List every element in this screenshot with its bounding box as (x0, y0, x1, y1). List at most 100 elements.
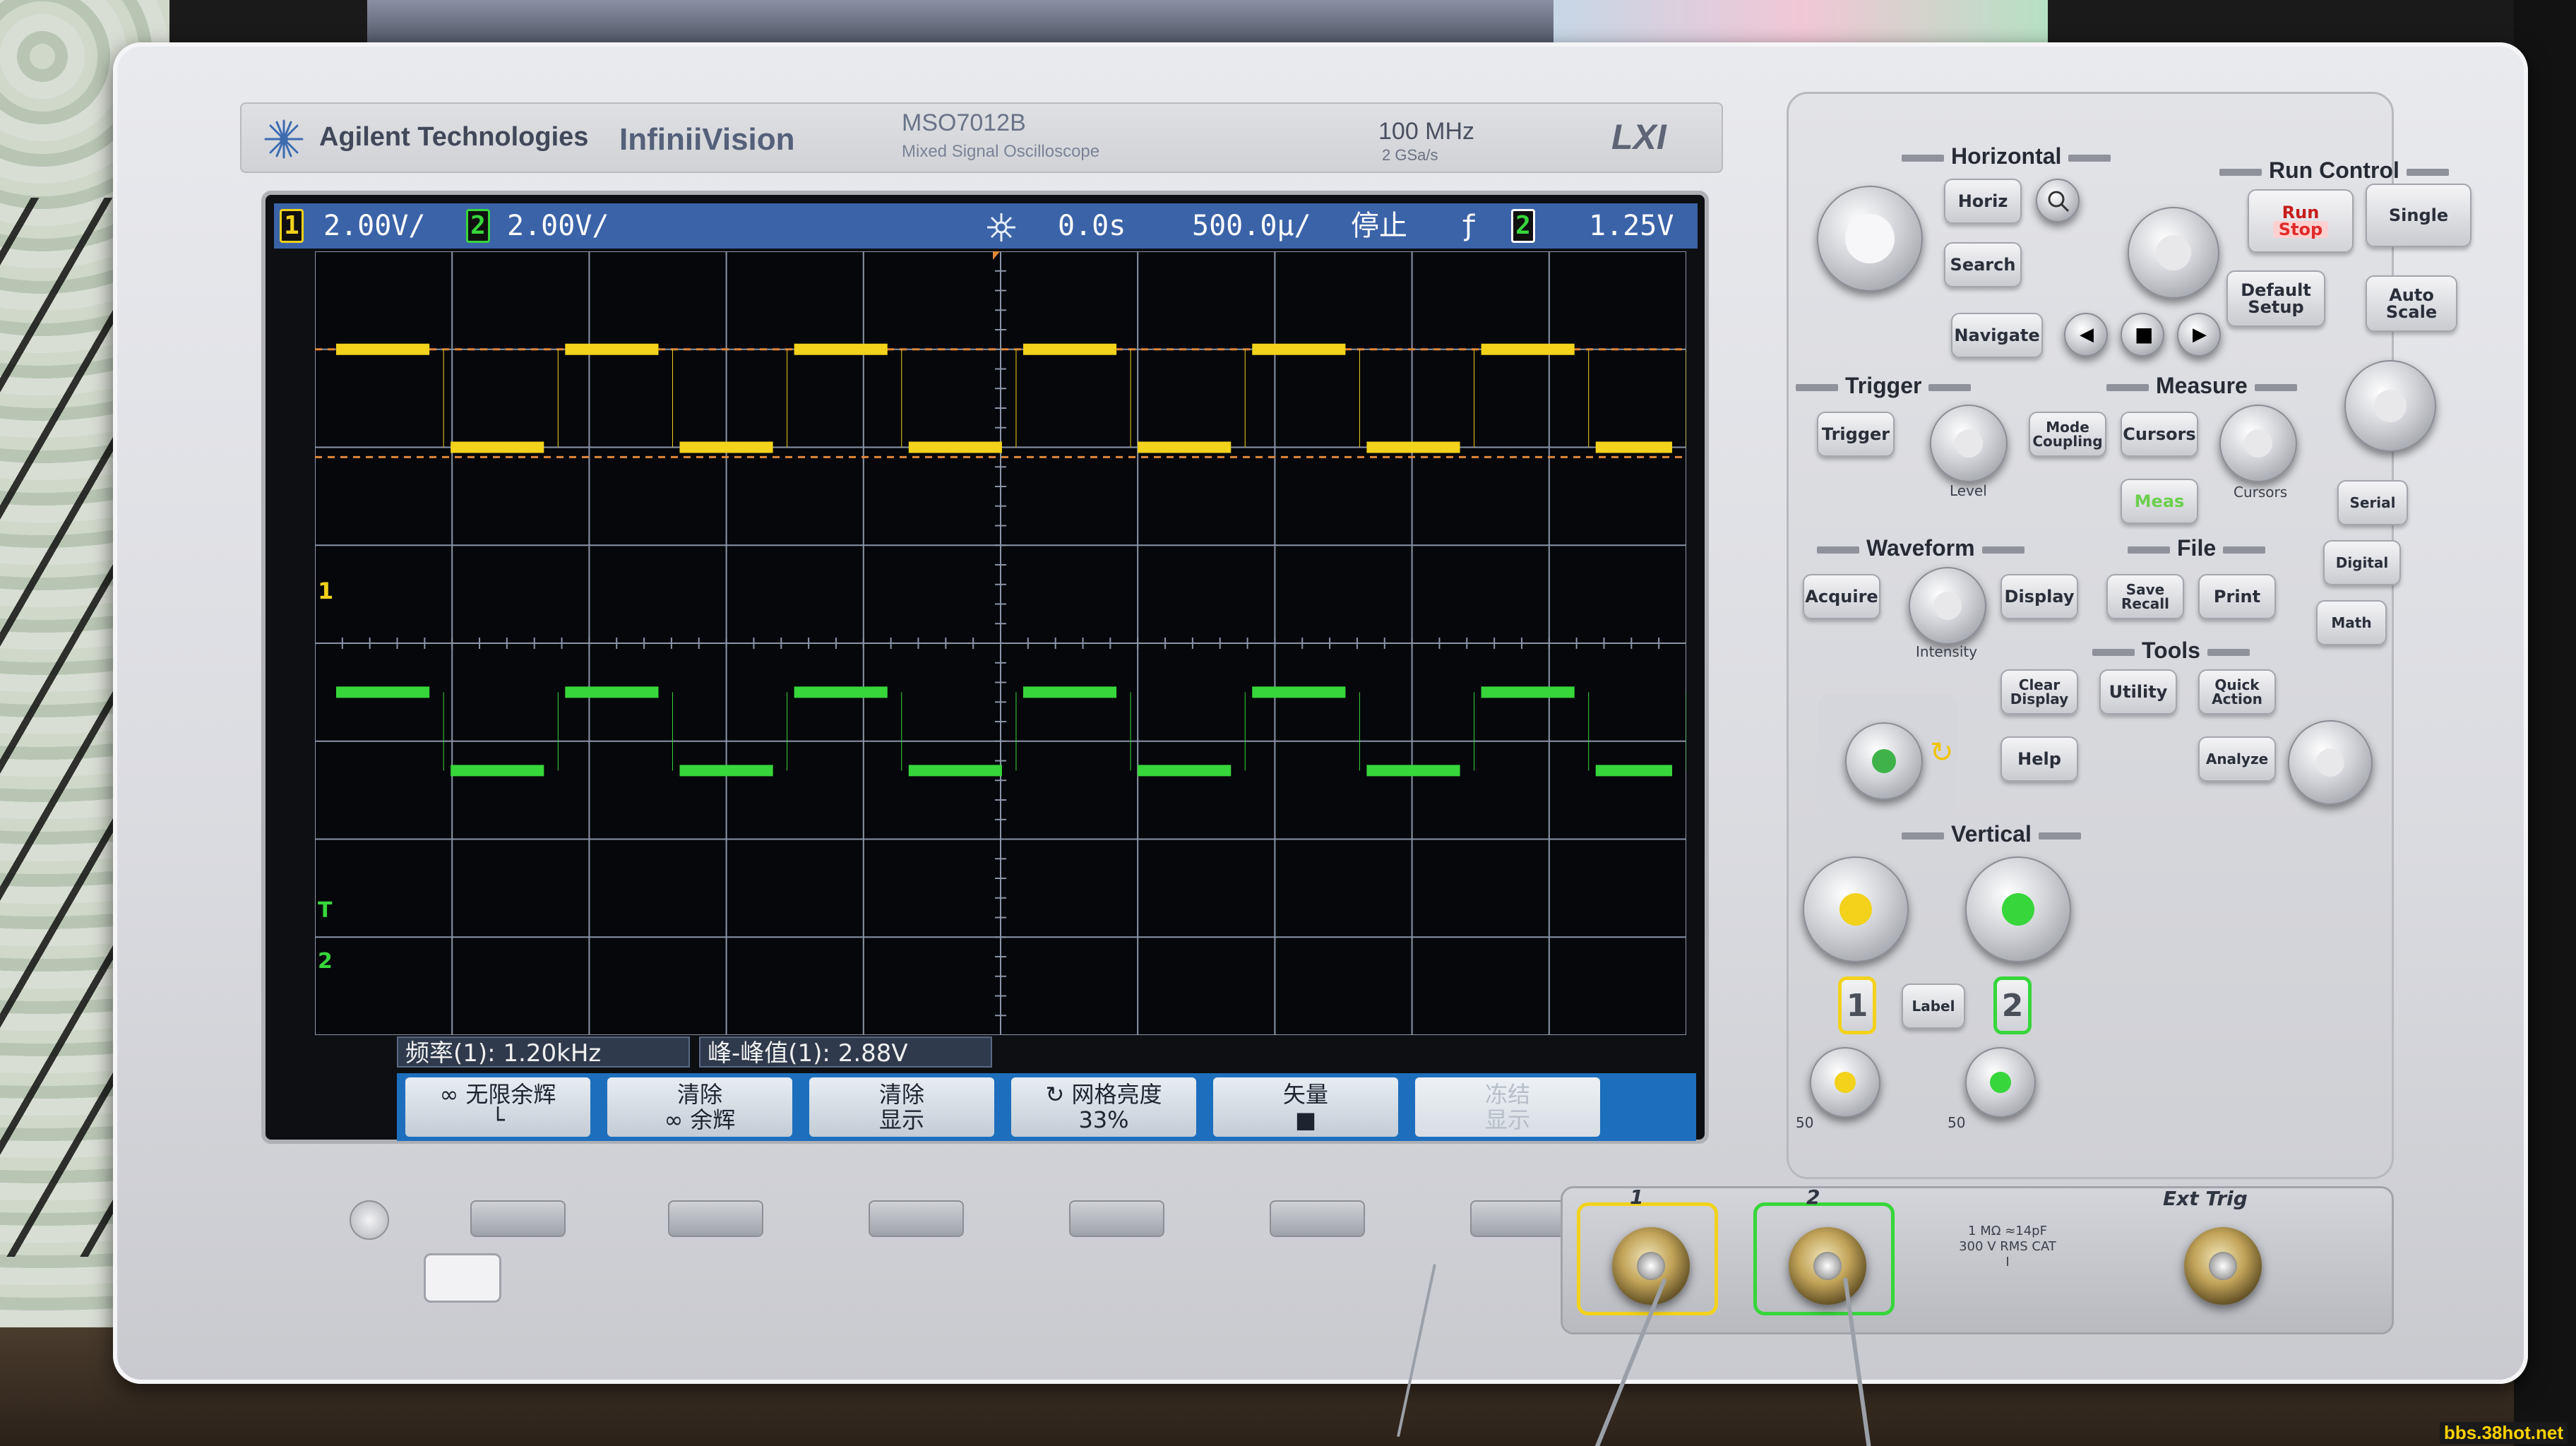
trigger-button[interactable]: Trigger (1817, 412, 1895, 457)
waveform-plot (315, 251, 1686, 1035)
label: Display (2010, 691, 2069, 707)
softkey-label: 矢量 (1282, 1081, 1328, 1108)
softkey-clear-display[interactable]: 清除 显示 (809, 1077, 994, 1137)
trigger-level: 1.25V (1589, 210, 1674, 242)
zoom-icon-button[interactable] (2036, 179, 2080, 222)
navigate-stop-button[interactable]: ■ (2121, 313, 2164, 357)
brand-sample-rate: 2 GSa/s (1382, 146, 1438, 164)
save-recall-button[interactable]: Save Recall (2106, 574, 2184, 619)
waveform-level-segment (451, 765, 544, 777)
softkey-button-1[interactable] (470, 1200, 566, 1237)
waveform-section-title: Waveform (1810, 535, 2032, 561)
single-button[interactable]: Single (2366, 184, 2471, 247)
softkey-button-5[interactable] (1270, 1200, 1365, 1237)
brand-header: Agilent Technologies InfiniiVision MSO70… (240, 102, 1723, 173)
meas-button[interactable]: Meas (2121, 479, 2198, 524)
help-button[interactable]: Help (2000, 736, 2078, 782)
waveform-level-segment (1595, 765, 1672, 777)
waveform-level-segment (1481, 686, 1575, 698)
ch1-waveform (336, 343, 1686, 453)
label: Default (2241, 280, 2311, 300)
cursors-knob[interactable] (2219, 405, 2297, 482)
ch2-scale-knob[interactable] (1965, 856, 2071, 962)
waveform-level-segment (794, 343, 888, 355)
default-setup-button[interactable]: Default Setup (2226, 270, 2325, 327)
print-button[interactable]: Print (2198, 574, 2276, 619)
mode-coupling-button[interactable]: Mode Coupling (2029, 412, 2106, 457)
auto-scale-button[interactable]: Auto Scale (2366, 275, 2457, 332)
navigate-button[interactable]: Navigate (1951, 313, 2043, 358)
measure-section-title: Measure (2099, 373, 2304, 399)
agilent-spark-icon (264, 119, 304, 159)
ch2-button[interactable]: 2 (1993, 976, 2032, 1034)
softkey-grid-intensity[interactable]: ↻ 网格亮度 33% (1011, 1077, 1196, 1137)
ch2-indicator: 2 (466, 209, 490, 243)
digital-select-knob[interactable] (2344, 360, 2436, 452)
waveform-level-segment (908, 765, 1002, 777)
ch1-scale-knob[interactable] (1803, 856, 1909, 962)
ext-trig-label: Ext Trig (2163, 1187, 2248, 1210)
math-button[interactable]: Math (2316, 600, 2387, 645)
ch1-input-label: 1 (1630, 1185, 1644, 1209)
ch2-ground-marker: 2 (318, 949, 333, 974)
horizontal-scale-knob[interactable] (1817, 186, 1923, 292)
oscilloscope-display: 1 2.00V/ 2 2.00V/ 0.0s 500.0µ/ 停止 ƒ 2 1.… (261, 191, 1709, 1144)
search-button[interactable]: Search (1944, 242, 2022, 287)
measurement-row: 频率(1): 1.20kHz 峰-峰值(1): 2.88V (397, 1036, 1696, 1072)
ch2-bnc-input[interactable] (1789, 1227, 1866, 1305)
control-panel: Horizontal Horiz Search Navigate ◀ ■ ▶ R… (1787, 92, 2399, 1179)
ch2-position-knob[interactable] (1965, 1047, 2036, 1118)
acquire-button[interactable]: Acquire (1803, 574, 1880, 619)
cursors-button[interactable]: Cursors (2121, 412, 2198, 457)
power-button[interactable] (424, 1253, 501, 1303)
quick-action-button[interactable]: Quick Action (2198, 669, 2276, 715)
ext-trig-bnc-input[interactable] (2184, 1227, 2262, 1305)
waveform-level-segment (1252, 343, 1346, 355)
brand-bandwidth: 100 MHz (1378, 118, 1475, 145)
ch1-position-knob[interactable] (1810, 1047, 1880, 1118)
label-button[interactable]: Label (1902, 984, 1965, 1029)
entry-knob[interactable] (1845, 722, 1923, 800)
softkey-button-2[interactable] (668, 1200, 763, 1237)
watermark: bbs.38hot.net (2440, 1422, 2568, 1444)
utility-button[interactable]: Utility (2099, 669, 2177, 715)
softkey-button-3[interactable] (869, 1200, 964, 1237)
horizontal-position-knob[interactable] (2128, 207, 2219, 299)
softkey-infinite-persistence[interactable]: ∞ 无限余辉 └ (405, 1077, 590, 1137)
status-bar: 1 2.00V/ 2 2.00V/ 0.0s 500.0µ/ 停止 ƒ 2 1.… (274, 203, 1698, 249)
softkey-clear-persistence[interactable]: 清除 ∞ 余辉 (607, 1077, 792, 1137)
waveform-level-segment (1481, 343, 1575, 355)
digital-button[interactable]: Digital (2323, 540, 2401, 585)
run-label: Run (2282, 203, 2320, 222)
ch1-50ohm-label: 50 (1796, 1114, 1814, 1131)
trigger-level-knob[interactable] (1930, 405, 2008, 482)
intensity-knob[interactable] (1909, 567, 1986, 645)
softkey-sublabel: 显示 (878, 1106, 924, 1133)
analyze-button[interactable]: Analyze (2198, 736, 2276, 782)
softkey-label: ∞ 无限余辉 (439, 1081, 556, 1108)
display-button[interactable]: Display (2000, 574, 2078, 619)
label: Save (2125, 581, 2165, 598)
ch1-ground-marker: 1 (318, 578, 334, 604)
softkey-button-6[interactable] (1470, 1200, 1566, 1237)
back-button[interactable] (350, 1200, 389, 1240)
horiz-button[interactable]: Horiz (1944, 179, 2022, 224)
clear-display-button[interactable]: Clear Display (2000, 669, 2078, 715)
navigate-back-button[interactable]: ◀ (2064, 313, 2108, 357)
ch1-scale: 2.00V/ (323, 210, 426, 242)
ch1-bnc-input[interactable] (1612, 1227, 1690, 1305)
softkey-freeze-display[interactable]: 冻结 显示 (1415, 1077, 1600, 1137)
softkey-button-4[interactable] (1069, 1200, 1164, 1237)
measurement-vpp: 峰-峰值(1): 2.88V (699, 1036, 992, 1068)
softkey-vectors[interactable]: 矢量 ■ (1213, 1077, 1398, 1137)
run-stop-button[interactable]: Run Stop (2248, 189, 2354, 253)
digital-position-knob[interactable] (2288, 720, 2373, 805)
waveform-level-segment (1595, 441, 1672, 453)
label: Auto (2389, 285, 2434, 305)
ch2-scale: 2.00V/ (507, 210, 609, 242)
navigate-forward-button[interactable]: ▶ (2177, 313, 2221, 357)
waveform-level-segment (908, 441, 1002, 453)
ch1-button[interactable]: 1 (1838, 976, 1876, 1034)
softkey-sublabel: 显示 (1484, 1106, 1530, 1133)
serial-button[interactable]: Serial (2337, 480, 2408, 525)
